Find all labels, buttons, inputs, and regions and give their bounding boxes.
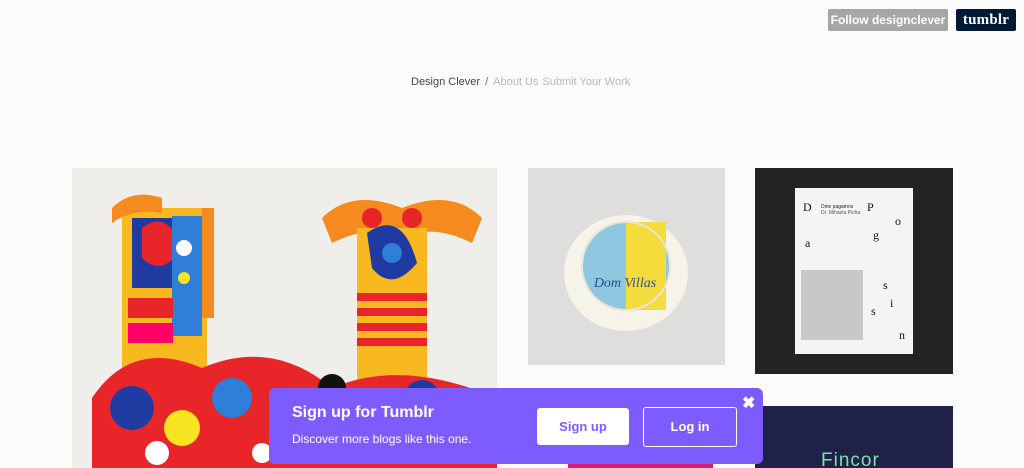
poster-letter: a — [805, 236, 811, 250]
close-icon[interactable]: ✖ — [742, 393, 755, 413]
nav-home-link[interactable]: Design Clever — [411, 76, 480, 88]
signup-banner: Sign up for Tumblr Discover more blogs l… — [269, 388, 763, 464]
nav-separator: / — [485, 76, 489, 88]
poster-subtitle: Dr. Mihaela Picha — [821, 210, 861, 216]
fincor-logo-text: Fincor — [821, 450, 880, 468]
poster-photo — [801, 270, 863, 340]
cheese-label: Dom Villas — [593, 276, 657, 291]
banner-title: Sign up for Tumblr — [292, 404, 434, 421]
poster-letter: n — [899, 328, 905, 342]
post-image-fincor[interactable]: Fincor — [755, 406, 953, 468]
tumblr-logo[interactable]: tumblr — [956, 9, 1016, 31]
poster-letter: g — [873, 228, 879, 242]
poster-letter: s — [871, 304, 876, 318]
nav-submit-link[interactable]: Submit Your Work — [542, 76, 630, 88]
poster-letter: i — [890, 296, 894, 310]
poster-page: Dine pagamos Dr. Mihaela Picha D P o a g… — [795, 188, 913, 354]
poster-letter: P — [867, 200, 874, 214]
nav-about-link[interactable]: About Us — [493, 76, 538, 88]
poster-letter: o — [895, 214, 901, 228]
follow-button[interactable]: Follow designclever — [828, 9, 948, 31]
signup-button[interactable]: Sign up — [537, 408, 629, 445]
login-button[interactable]: Log in — [643, 407, 737, 447]
post-image-cheese[interactable]: Dom Villas — [528, 168, 725, 365]
cheese-graphic — [528, 168, 725, 365]
blog-nav: Design Clever / About Us Submit Your Work — [411, 76, 630, 88]
poster-letter: D — [803, 200, 812, 214]
post-image-poster[interactable]: Dine pagamos Dr. Mihaela Picha D P o a g… — [755, 168, 953, 374]
banner-text: Discover more blogs like this one. — [292, 432, 472, 446]
poster-letter: s — [883, 278, 888, 292]
